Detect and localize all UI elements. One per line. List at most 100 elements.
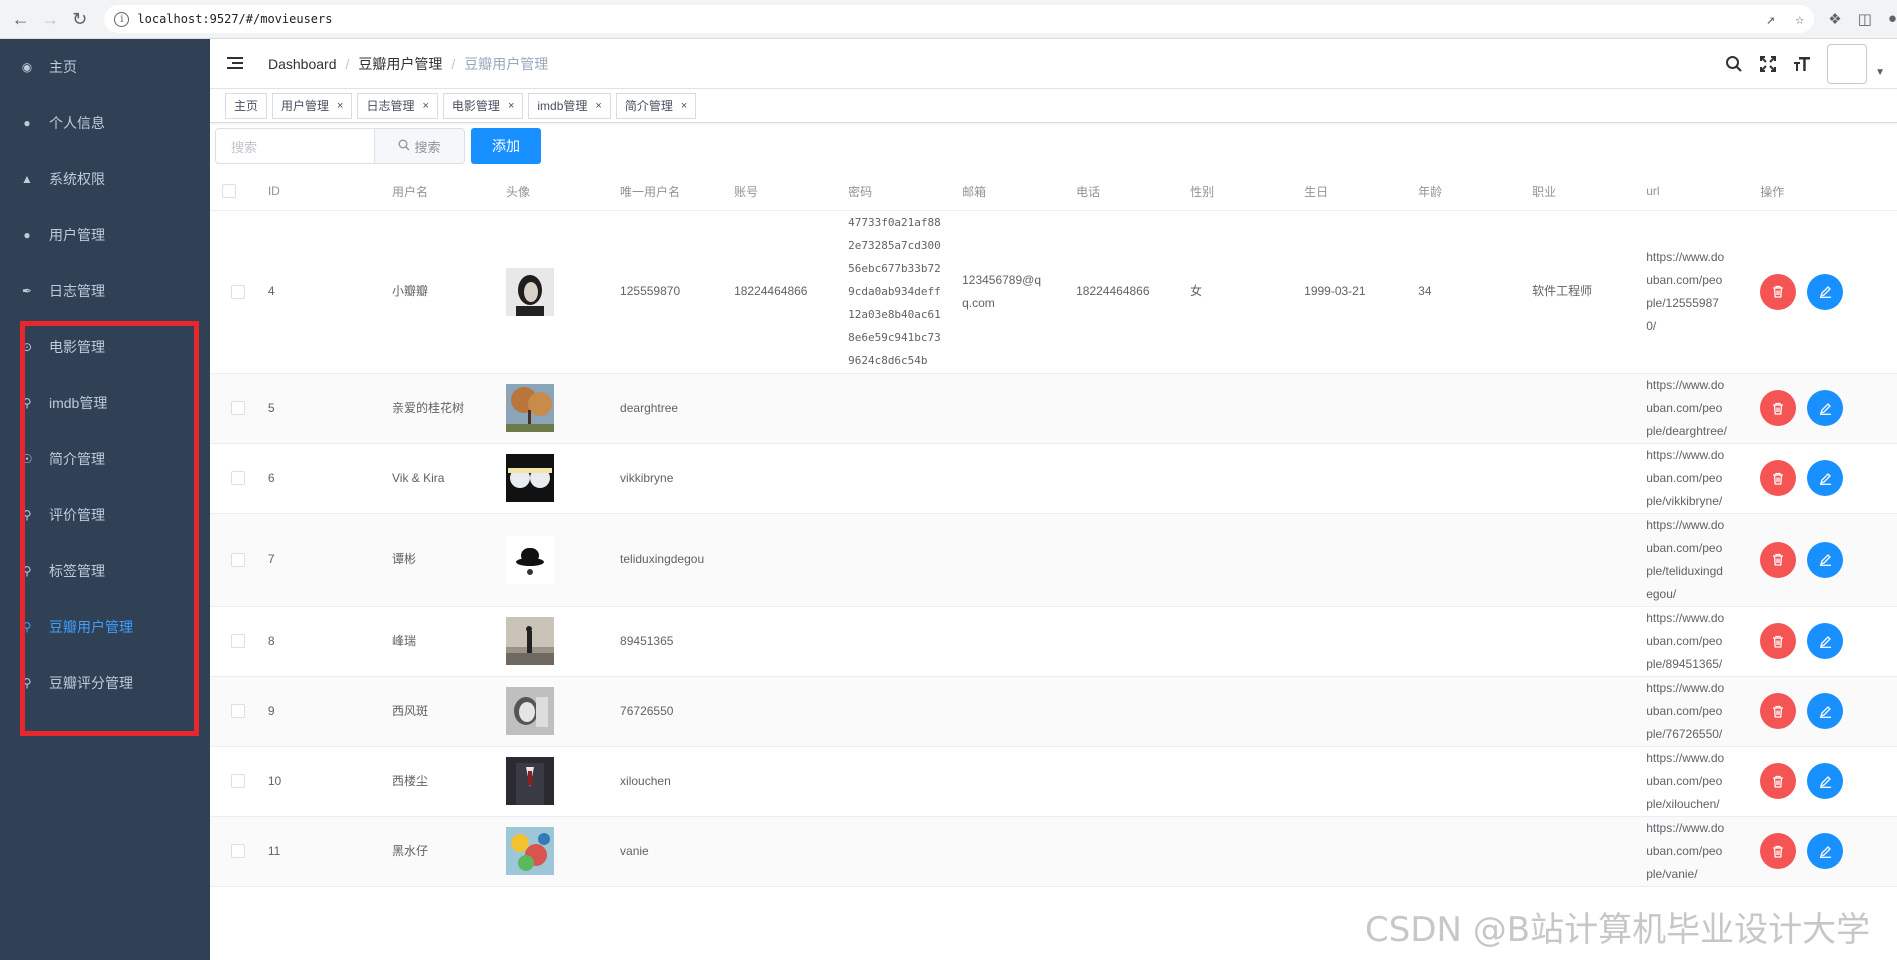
username-cell: 谭彬 [380, 513, 495, 607]
row-checkbox[interactable] [231, 704, 245, 718]
fullscreen-icon[interactable] [1751, 55, 1785, 73]
breadcrumb: Dashboard / 豆瓣用户管理 / 豆瓣用户管理 [268, 54, 548, 74]
phone-cell [1064, 746, 1179, 817]
forward-button[interactable]: → [35, 4, 64, 34]
share-icon[interactable]: ↗ [1766, 10, 1775, 28]
close-icon[interactable]: × [422, 100, 428, 112]
select-row-cell [210, 676, 256, 747]
url-cell: https://www.douban.com/people/teliduxing… [1634, 513, 1749, 607]
reload-button[interactable]: ↻ [65, 4, 94, 34]
column-header: 生日 [1292, 173, 1407, 211]
font-size-icon[interactable] [1785, 55, 1819, 73]
sidebar-item-douban-ratings[interactable]: ⚲ 豆瓣评分管理 [0, 655, 210, 711]
tag-logs[interactable]: 日志管理 × [357, 92, 438, 119]
sidebar-item-movies[interactable]: ⊙ 电影管理 [0, 319, 210, 375]
bookmark-star-icon[interactable]: ☆ [1795, 10, 1804, 28]
avatar[interactable] [1827, 43, 1868, 84]
edit-button[interactable] [1807, 623, 1844, 659]
tag-label: 用户管理 [281, 99, 330, 113]
table-row: 7 谭彬 teliduxingdegou https://www.douban.com… [210, 513, 1897, 607]
search-icon[interactable] [1717, 55, 1751, 73]
username-cell: 西风斑 [380, 676, 495, 747]
trash-icon [1773, 635, 1784, 648]
row-checkbox[interactable] [231, 774, 245, 788]
delete-button[interactable] [1760, 833, 1797, 869]
search-input[interactable]: 搜索 [215, 128, 375, 164]
edit-button[interactable] [1807, 693, 1844, 729]
add-button[interactable]: 添加 [471, 128, 541, 164]
extensions-icon[interactable]: ❖ [1828, 10, 1841, 28]
delete-button[interactable] [1760, 390, 1797, 426]
row-checkbox[interactable] [231, 552, 245, 567]
close-icon[interactable]: × [595, 100, 601, 112]
trash-icon [1773, 285, 1784, 298]
sidebar-item-intro[interactable]: ☉ 简介管理 [0, 431, 210, 487]
trash-icon [1773, 845, 1784, 858]
close-icon[interactable]: × [681, 100, 687, 112]
sidebar-item-users[interactable]: ● 用户管理 [0, 207, 210, 263]
search-icon [398, 139, 410, 154]
sidebar-item-profile[interactable]: ● 个人信息 [0, 95, 210, 151]
select-all-checkbox[interactable] [222, 184, 236, 199]
edit-button[interactable] [1807, 541, 1844, 578]
delete-button[interactable] [1760, 693, 1797, 729]
caret-down-icon[interactable]: ▼ [1875, 67, 1885, 78]
address-bar[interactable]: i localhost:9527/#/movieusers ↗ ☆ [104, 5, 1815, 33]
sidebar-item-label: imdb管理 [49, 395, 108, 411]
sidebar-item-douban-users[interactable]: ⚲ 豆瓣用户管理 [0, 599, 210, 655]
account-cell [722, 746, 837, 817]
row-checkbox[interactable] [231, 284, 245, 299]
edit-button[interactable] [1807, 833, 1844, 869]
delete-button[interactable] [1760, 460, 1797, 496]
avatar-cell [494, 210, 609, 374]
edit-button[interactable] [1807, 273, 1844, 310]
delete-button[interactable] [1760, 623, 1797, 659]
actions-cell [1748, 210, 1897, 374]
column-header: 操作 [1748, 173, 1897, 211]
sidebar-item-permissions[interactable]: ▲ 系统权限 [0, 151, 210, 207]
tag-intro[interactable]: 简介管理 × [615, 92, 697, 119]
email-cell [950, 676, 1065, 747]
row-checkbox[interactable] [231, 401, 245, 415]
edit-button[interactable] [1807, 460, 1844, 496]
close-icon[interactable]: × [508, 100, 514, 112]
delete-button[interactable] [1760, 541, 1797, 578]
sidebar-item-imdb[interactable]: ⚲ imdb管理 [0, 375, 210, 431]
id-cell: 11 [255, 816, 381, 887]
search-button[interactable]: 搜索 [375, 128, 465, 164]
delete-button[interactable] [1760, 273, 1797, 310]
back-button[interactable]: ← [6, 4, 35, 34]
tag-home[interactable]: 主页 [225, 92, 268, 119]
profile-icon[interactable]: ● [1888, 10, 1897, 28]
age-cell [1406, 443, 1521, 514]
id-cell: 8 [255, 606, 381, 677]
column-header: 密码 [836, 173, 951, 211]
sidebar-item-tags[interactable]: ⚲ 标签管理 [0, 543, 210, 599]
edit-icon [1819, 286, 1831, 298]
sidebar-item-reviews[interactable]: ⚲ 评价管理 [0, 487, 210, 543]
tag-users[interactable]: 用户管理 × [272, 92, 353, 119]
close-icon[interactable]: × [337, 100, 343, 112]
breadcrumb-section[interactable]: 豆瓣用户管理 [358, 54, 442, 74]
url-text: https://www.douban.com/people/dearghtree… [1646, 377, 1727, 438]
row-checkbox[interactable] [231, 844, 245, 858]
row-checkbox[interactable] [231, 634, 245, 648]
edit-button[interactable] [1807, 763, 1844, 799]
tag-movies[interactable]: 电影管理 × [442, 92, 524, 119]
edit-button[interactable] [1807, 390, 1844, 426]
delete-button[interactable] [1760, 763, 1797, 799]
tag-icon: ⚲ [22, 564, 32, 578]
breadcrumb-dashboard[interactable]: Dashboard [268, 56, 337, 72]
job-cell: 软件工程师 [1520, 210, 1635, 374]
row-checkbox[interactable] [231, 471, 245, 485]
sidebar-item-home[interactable]: ◉ 主页 [0, 39, 210, 95]
tag-imdb[interactable]: imdb管理 × [528, 92, 611, 119]
sidebar-item-logs[interactable]: ✒ 日志管理 [0, 263, 210, 319]
hamburger-button[interactable] [210, 39, 260, 89]
age-cell: 34 [1406, 210, 1521, 374]
select-row-cell [210, 443, 256, 514]
side-panel-icon[interactable]: ◫ [1858, 10, 1872, 28]
column-header: 性别 [1178, 173, 1293, 211]
site-info-icon[interactable]: i [114, 11, 130, 27]
film-icon: ⊙ [21, 340, 33, 354]
